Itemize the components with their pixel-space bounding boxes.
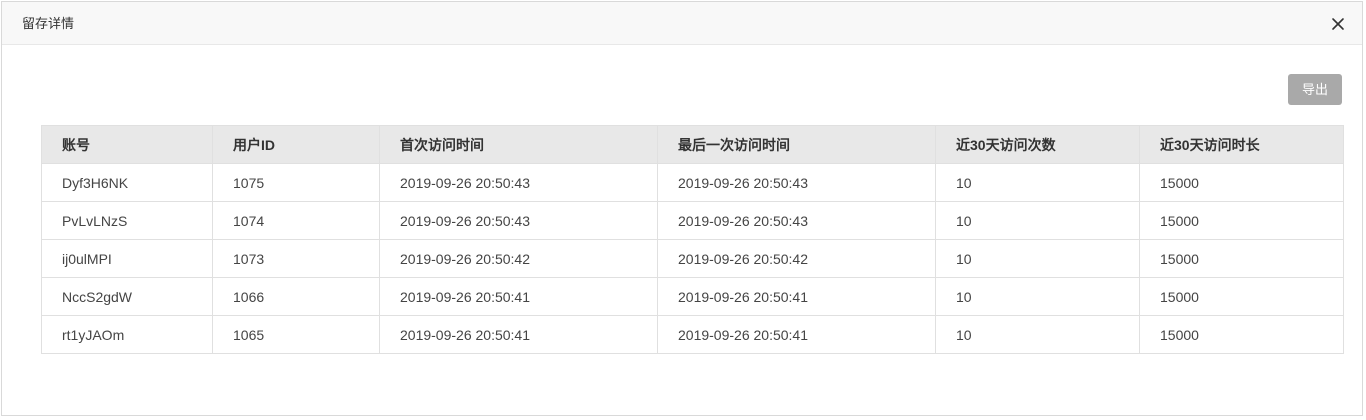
cell-account: rt1yJAOm: [41, 315, 213, 354]
cell-visit-count: 10: [935, 201, 1140, 240]
column-header-last-visit: 最后一次访问时间: [657, 125, 936, 164]
table-header-row: 账号 用户ID 首次访问时间 最后一次访问时间 近30天访问次数 近30天访问时…: [41, 125, 1344, 164]
cell-account: Dyf3H6NK: [41, 163, 213, 202]
cell-visit-duration: 15000: [1139, 201, 1344, 240]
cell-visit-duration: 15000: [1139, 239, 1344, 278]
export-button[interactable]: 导出: [1288, 74, 1342, 105]
cell-last-visit: 2019-09-26 20:50:42: [657, 239, 936, 278]
cell-first-visit: 2019-09-26 20:50:43: [379, 163, 658, 202]
cell-last-visit: 2019-09-26 20:50:41: [657, 315, 936, 354]
table-row: NccS2gdW 1066 2019-09-26 20:50:41 2019-0…: [41, 277, 1344, 316]
dialog-header: 留存详情: [2, 2, 1362, 45]
cell-last-visit: 2019-09-26 20:50:41: [657, 277, 936, 316]
table-row: ij0ulMPI 1073 2019-09-26 20:50:42 2019-0…: [41, 239, 1344, 278]
column-header-first-visit: 首次访问时间: [379, 125, 658, 164]
cell-user-id: 1065: [212, 315, 380, 354]
cell-visit-count: 10: [935, 315, 1140, 354]
cell-account: NccS2gdW: [41, 277, 213, 316]
retention-table: 账号 用户ID 首次访问时间 最后一次访问时间 近30天访问次数 近30天访问时…: [41, 125, 1344, 354]
table-row: PvLvLNzS 1074 2019-09-26 20:50:43 2019-0…: [41, 201, 1344, 240]
cell-user-id: 1066: [212, 277, 380, 316]
table-row: rt1yJAOm 1065 2019-09-26 20:50:41 2019-0…: [41, 315, 1344, 354]
table-row: Dyf3H6NK 1075 2019-09-26 20:50:43 2019-0…: [41, 163, 1344, 202]
cell-last-visit: 2019-09-26 20:50:43: [657, 201, 936, 240]
cell-user-id: 1075: [212, 163, 380, 202]
column-header-visit-duration: 近30天访问时长: [1139, 125, 1344, 164]
cell-visit-count: 10: [935, 277, 1140, 316]
cell-first-visit: 2019-09-26 20:50:41: [379, 315, 658, 354]
cell-user-id: 1074: [212, 201, 380, 240]
column-header-visit-count: 近30天访问次数: [935, 125, 1140, 164]
cell-account: ij0ulMPI: [41, 239, 213, 278]
cell-user-id: 1073: [212, 239, 380, 278]
cell-first-visit: 2019-09-26 20:50:43: [379, 201, 658, 240]
cell-last-visit: 2019-09-26 20:50:43: [657, 163, 936, 202]
dialog-title: 留存详情: [22, 16, 75, 31]
cell-visit-duration: 15000: [1139, 315, 1344, 354]
cell-visit-duration: 15000: [1139, 163, 1344, 202]
cell-first-visit: 2019-09-26 20:50:42: [379, 239, 658, 278]
cell-account: PvLvLNzS: [41, 201, 213, 240]
cell-visit-duration: 15000: [1139, 277, 1344, 316]
cell-visit-count: 10: [935, 239, 1140, 278]
close-icon[interactable]: [1330, 16, 1346, 32]
cell-first-visit: 2019-09-26 20:50:41: [379, 277, 658, 316]
cell-visit-count: 10: [935, 163, 1140, 202]
column-header-user-id: 用户ID: [212, 125, 380, 164]
column-header-account: 账号: [41, 125, 213, 164]
